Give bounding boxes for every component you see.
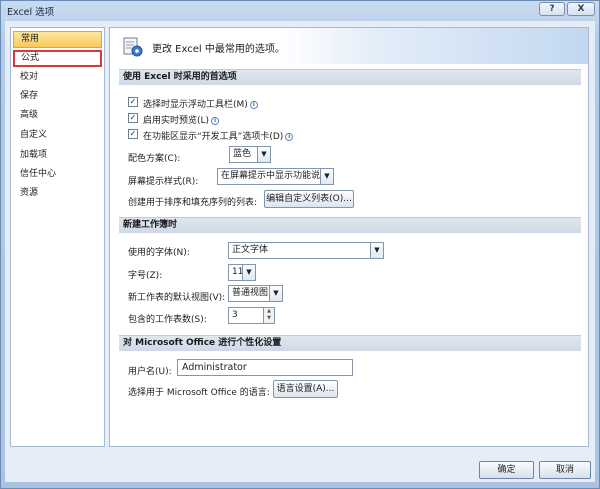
spinner-arrows-icon[interactable]: ▲ ▼: [263, 308, 274, 323]
cancel-button[interactable]: 取消: [539, 461, 591, 479]
chevron-down-icon[interactable]: ▼: [242, 265, 255, 280]
mini-toolbar-row: 选择时显示浮动工具栏(M) i: [143, 97, 258, 110]
dialog-client-area: 常用 公式 校对 保存 高级 自定义 加载项 信任中心 资源 更改 Excel …: [5, 21, 595, 482]
header-banner: 更改 Excel 中最常用的选项。: [110, 28, 588, 64]
chevron-down-icon[interactable]: ▼: [320, 169, 333, 184]
section-header-preferences: 使用 Excel 时采用的首选项: [119, 69, 581, 85]
options-settings-icon: [123, 37, 143, 57]
close-button[interactable]: X: [567, 2, 595, 16]
sidebar-item-advanced[interactable]: 高级: [13, 107, 102, 124]
title-bar: Excel 选项 ? X: [1, 1, 599, 19]
custom-lists-label: 创建用于排序和填充序列的列表:: [128, 198, 258, 208]
excel-options-dialog: Excel 选项 ? X 常用 公式 校对 保存 高级 自定义 加载项 信任中心…: [0, 0, 600, 489]
help-button[interactable]: ?: [539, 2, 565, 16]
font-label: 使用的字体(N):: [128, 248, 190, 258]
live-preview-label: 启用实时预览(L): [143, 116, 210, 126]
sidebar-item-add-ins[interactable]: 加载项: [13, 147, 102, 164]
sidebar-item-trust-center[interactable]: 信任中心: [13, 166, 102, 183]
sidebar-item-customize[interactable]: 自定义: [13, 127, 102, 144]
live-preview-row: 启用实时预览(L) i: [143, 113, 220, 126]
sidebar-item-save[interactable]: 保存: [13, 88, 102, 105]
info-icon[interactable]: i: [211, 117, 220, 125]
sheet-count-value: 3: [232, 310, 238, 320]
color-scheme-select[interactable]: 蓝色 ▼: [229, 146, 271, 163]
font-size-label: 字号(Z):: [128, 271, 163, 281]
default-view-select[interactable]: 普通视图 ▼: [228, 285, 283, 302]
edit-custom-lists-button[interactable]: 编辑自定义列表(O)...: [264, 190, 354, 208]
ok-button[interactable]: 确定: [479, 461, 534, 479]
screentip-style-select[interactable]: 在屏幕提示中显示功能说明 ▼: [217, 168, 334, 185]
options-category-list: 常用 公式 校对 保存 高级 自定义 加载项 信任中心 资源: [10, 27, 105, 447]
developer-tab-label: 在功能区显示“开发工具”选项卡(D): [143, 132, 284, 142]
color-scheme-label: 配色方案(C):: [128, 154, 181, 164]
info-icon[interactable]: i: [285, 133, 294, 141]
username-input[interactable]: Administrator: [177, 359, 353, 376]
window-title: Excel 选项: [7, 7, 55, 18]
mini-toolbar-checkbox[interactable]: ✓: [128, 97, 138, 107]
font-size-select[interactable]: 11 ▼: [228, 264, 256, 281]
sidebar-item-formulas[interactable]: 公式: [13, 50, 102, 67]
screentip-style-value: 在屏幕提示中显示功能说明: [221, 171, 330, 181]
sidebar-item-resources[interactable]: 资源: [13, 185, 102, 202]
mini-toolbar-label: 选择时显示浮动工具栏(M): [143, 100, 248, 110]
developer-tab-checkbox[interactable]: ✓: [128, 129, 138, 139]
info-icon[interactable]: i: [249, 101, 258, 109]
options-content-panel: 更改 Excel 中最常用的选项。 使用 Excel 时采用的首选项 ✓ 选择时…: [109, 27, 589, 447]
color-scheme-value: 蓝色: [233, 149, 252, 159]
chevron-down-icon[interactable]: ▼: [269, 286, 282, 301]
section-header-personalize: 对 Microsoft Office 进行个性化设置: [119, 335, 581, 351]
screentip-style-label: 屏幕提示样式(R):: [128, 177, 199, 187]
sheet-count-label: 包含的工作表数(S):: [128, 315, 207, 325]
language-label: 选择用于 Microsoft Office 的语言:: [128, 388, 270, 398]
chevron-down-icon[interactable]: ▼: [257, 147, 270, 162]
live-preview-checkbox[interactable]: ✓: [128, 113, 138, 123]
sheet-count-spinner[interactable]: 3 ▲ ▼: [228, 307, 275, 324]
header-text: 更改 Excel 中最常用的选项。: [152, 44, 285, 55]
section-header-new-workbook: 新建工作簿时: [119, 217, 581, 233]
language-settings-button[interactable]: 语言设置(A)...: [273, 380, 338, 398]
username-label: 用户名(U):: [128, 367, 172, 377]
developer-tab-row: 在功能区显示“开发工具”选项卡(D) i: [143, 129, 294, 142]
default-font-value: 正文字体: [232, 245, 269, 255]
chevron-down-icon[interactable]: ▼: [370, 243, 383, 258]
default-view-value: 普通视图: [232, 288, 269, 298]
default-font-select[interactable]: 正文字体 ▼: [228, 242, 384, 259]
sidebar-item-proofing[interactable]: 校对: [13, 69, 102, 86]
sidebar-item-popular[interactable]: 常用: [13, 31, 102, 48]
default-view-label: 新工作表的默认视图(V):: [128, 293, 226, 303]
